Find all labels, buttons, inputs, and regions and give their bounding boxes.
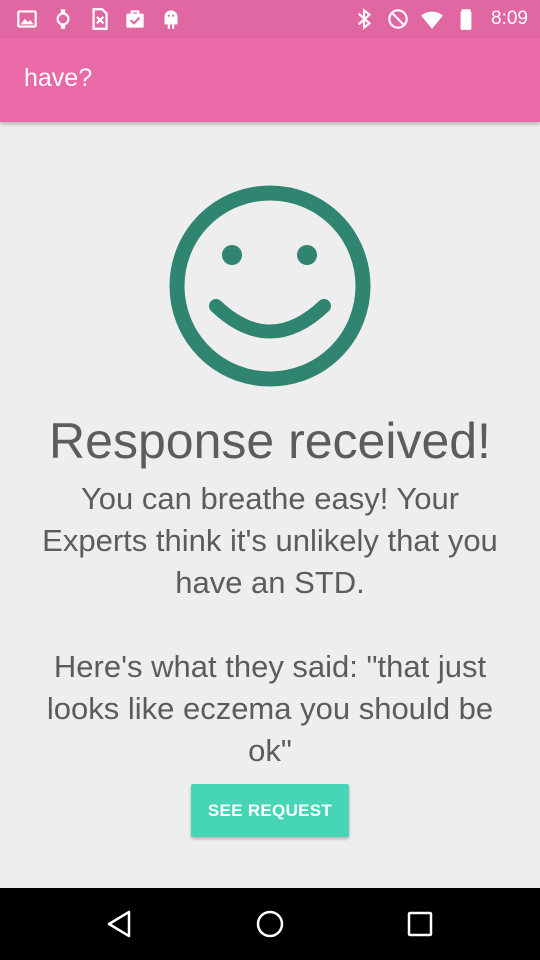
result-message: You can breathe easy! Your Experts think… — [42, 481, 498, 600]
battery-icon — [453, 6, 479, 32]
app-bar: have? — [0, 38, 540, 122]
system-icons: 8:09 — [351, 6, 528, 32]
watch-icon — [50, 6, 76, 32]
response-heading: Response received! — [49, 413, 491, 469]
status-time: 8:09 — [491, 8, 528, 29]
wifi-icon — [419, 6, 445, 32]
android-icon — [158, 6, 184, 32]
status-bar: 8:09 — [0, 0, 540, 38]
back-icon[interactable] — [102, 906, 138, 942]
do-not-disturb-icon — [385, 6, 411, 32]
main-content: Response received! You can breathe easy!… — [0, 122, 540, 888]
gallery-icon — [14, 6, 40, 32]
recents-icon[interactable] — [402, 906, 438, 942]
navigation-bar — [0, 888, 540, 960]
bag-check-icon — [122, 6, 148, 32]
sim-error-icon — [86, 6, 112, 32]
smiley-face-icon — [169, 185, 371, 387]
page-title: have? — [24, 64, 93, 92]
see-request-button[interactable]: SEE REQUEST — [191, 784, 349, 837]
home-icon[interactable] — [252, 906, 288, 942]
notification-icons — [14, 6, 184, 32]
bluetooth-icon — [351, 6, 377, 32]
expert-quote: Here's what they said: "that just looks … — [46, 649, 494, 768]
